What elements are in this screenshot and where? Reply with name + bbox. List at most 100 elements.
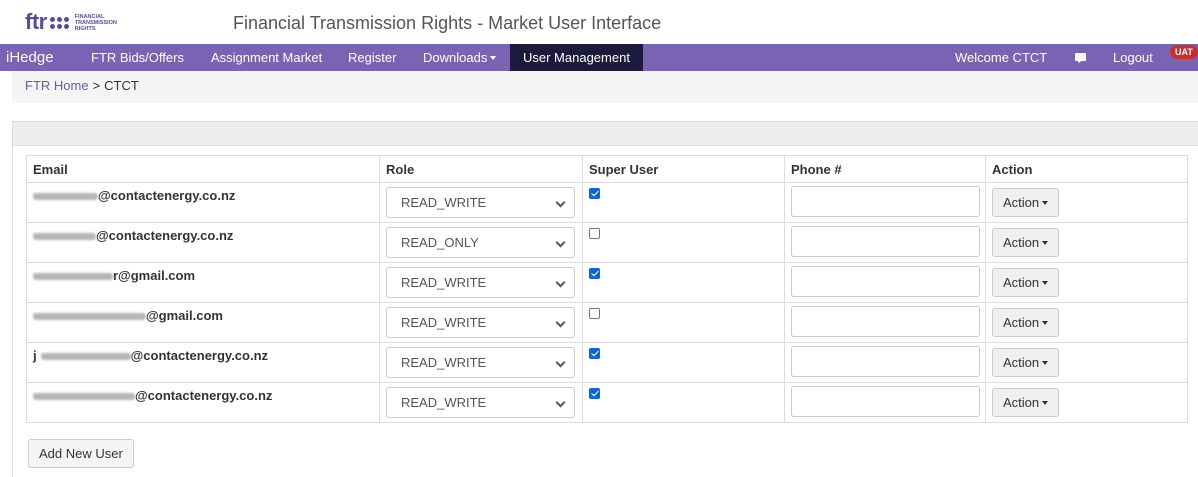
users-table: Email Role Super User Phone # Action @co…	[26, 155, 1188, 423]
super-user-cell	[582, 342, 785, 383]
role-select[interactable]: READ_WRITE	[386, 347, 575, 378]
caret-down-icon	[1042, 400, 1049, 405]
chevron-down-icon	[555, 317, 566, 328]
action-dropdown-button[interactable]: Action	[992, 268, 1060, 297]
email-text: @gmail.com	[146, 308, 223, 323]
phone-cell	[784, 222, 986, 263]
column-header-action: Action	[985, 155, 1188, 183]
super-user-checkbox[interactable]	[589, 228, 600, 239]
logout-link[interactable]: Logout	[1113, 44, 1153, 71]
breadcrumb-separator: >	[92, 78, 101, 93]
phone-input[interactable]	[791, 186, 980, 217]
role-select-value: READ_WRITE	[401, 315, 487, 330]
chevron-down-icon	[555, 357, 566, 368]
caret-down-icon	[1042, 280, 1049, 285]
action-dropdown-button[interactable]: Action	[992, 188, 1060, 217]
phone-cell	[784, 342, 986, 383]
phone-input[interactable]	[791, 266, 980, 297]
breadcrumb: FTR Home > CTCT	[12, 71, 1198, 103]
super-user-cell	[582, 222, 785, 263]
action-dropdown-button[interactable]: Action	[992, 388, 1060, 417]
role-cell: READ_WRITE	[379, 382, 583, 423]
role-select-value: READ_ONLY	[401, 235, 479, 250]
action-dropdown-button[interactable]: Action	[992, 348, 1060, 377]
logo-wordmark: ftr	[25, 9, 47, 34]
redacted-text	[40, 353, 131, 361]
phone-input[interactable]	[791, 226, 980, 257]
caret-down-icon	[490, 55, 497, 60]
nav-assignment-market[interactable]: Assignment Market	[211, 44, 322, 71]
table-header-row: Email Role Super User Phone # Action	[26, 155, 1188, 183]
add-new-user-button[interactable]: Add New User	[28, 439, 134, 468]
email-text: @contactenergy.co.nz	[98, 188, 236, 203]
caret-down-icon	[1042, 360, 1049, 365]
nav-downloads-label: Downloads	[423, 50, 488, 65]
page-title: Financial Transmission Rights - Market U…	[233, 13, 662, 33]
logo-subtext: FINANCIAL TRANSMISSION RIGHTS	[74, 14, 117, 32]
breadcrumb-home-link[interactable]: FTR Home	[25, 78, 89, 93]
super-user-checkbox[interactable]	[589, 348, 600, 359]
action-cell: Action	[985, 302, 1188, 343]
email-cell: @contactenergy.co.nz	[26, 382, 380, 423]
table-row: @contactenergy.co.nz READ_ONLY Action	[26, 222, 1188, 263]
role-select[interactable]: READ_WRITE	[386, 307, 575, 338]
redacted-text	[33, 393, 135, 401]
chevron-down-icon	[555, 237, 566, 248]
role-cell: READ_WRITE	[379, 262, 583, 303]
action-button-label: Action	[1003, 275, 1040, 290]
super-user-cell	[582, 382, 785, 423]
table-row: @gmail.com READ_WRITE Action	[26, 302, 1188, 343]
role-cell: READ_WRITE	[379, 182, 583, 223]
action-cell: Action	[985, 342, 1188, 383]
logo-dots-icon	[49, 17, 69, 29]
column-header-super-user: Super User	[582, 155, 785, 183]
phone-input[interactable]	[791, 346, 980, 377]
chat-icon[interactable]	[1075, 53, 1086, 63]
phone-cell	[784, 182, 986, 223]
env-badge: UAT	[1170, 45, 1198, 59]
role-select-value: READ_WRITE	[401, 395, 487, 410]
phone-input[interactable]	[791, 386, 980, 417]
super-user-cell	[582, 262, 785, 303]
chevron-down-icon	[555, 397, 566, 408]
phone-input[interactable]	[791, 306, 980, 337]
nav-brand[interactable]: iHedge	[0, 44, 54, 71]
email-cell: @contactenergy.co.nz	[26, 222, 380, 263]
phone-cell	[784, 262, 986, 303]
role-select[interactable]: READ_WRITE	[386, 387, 575, 418]
nav-ftr-bids-offers[interactable]: FTR Bids/Offers	[91, 44, 184, 71]
email-text: @contactenergy.co.nz	[96, 228, 234, 243]
email-cell: @gmail.com	[26, 302, 380, 343]
nav-user-management[interactable]: User Management	[510, 44, 643, 71]
email-cell: j @contactenergy.co.nz	[26, 342, 380, 383]
redacted-text	[33, 313, 146, 321]
chevron-down-icon	[555, 197, 566, 208]
role-cell: READ_WRITE	[379, 302, 583, 343]
action-button-label: Action	[1003, 315, 1040, 330]
super-user-cell	[582, 302, 785, 343]
super-user-checkbox[interactable]	[589, 188, 600, 199]
email-text: r@gmail.com	[113, 268, 196, 283]
redacted-text	[33, 273, 113, 281]
email-cell: @contactenergy.co.nz	[26, 182, 380, 223]
nav-register[interactable]: Register	[348, 44, 396, 71]
role-select-value: READ_WRITE	[401, 355, 487, 370]
role-select[interactable]: READ_WRITE	[386, 267, 575, 298]
top-header: ftr FINANCIAL TRANSMISSION RIGHTS Financ…	[0, 0, 1198, 44]
action-button-label: Action	[1003, 395, 1040, 410]
column-header-role: Role	[379, 155, 583, 183]
super-user-checkbox[interactable]	[589, 388, 600, 399]
role-select[interactable]: READ_ONLY	[386, 227, 575, 258]
caret-down-icon	[1042, 320, 1049, 325]
super-user-checkbox[interactable]	[589, 308, 600, 319]
panel-heading	[12, 121, 1198, 146]
action-dropdown-button[interactable]: Action	[992, 228, 1060, 257]
role-select-value: READ_WRITE	[401, 275, 487, 290]
nav-downloads[interactable]: Downloads	[423, 44, 497, 71]
role-select-value: READ_WRITE	[401, 195, 487, 210]
action-dropdown-button[interactable]: Action	[992, 308, 1060, 337]
super-user-cell	[582, 182, 785, 223]
super-user-checkbox[interactable]	[589, 268, 600, 279]
role-select[interactable]: READ_WRITE	[386, 187, 575, 218]
phone-cell	[784, 382, 986, 423]
